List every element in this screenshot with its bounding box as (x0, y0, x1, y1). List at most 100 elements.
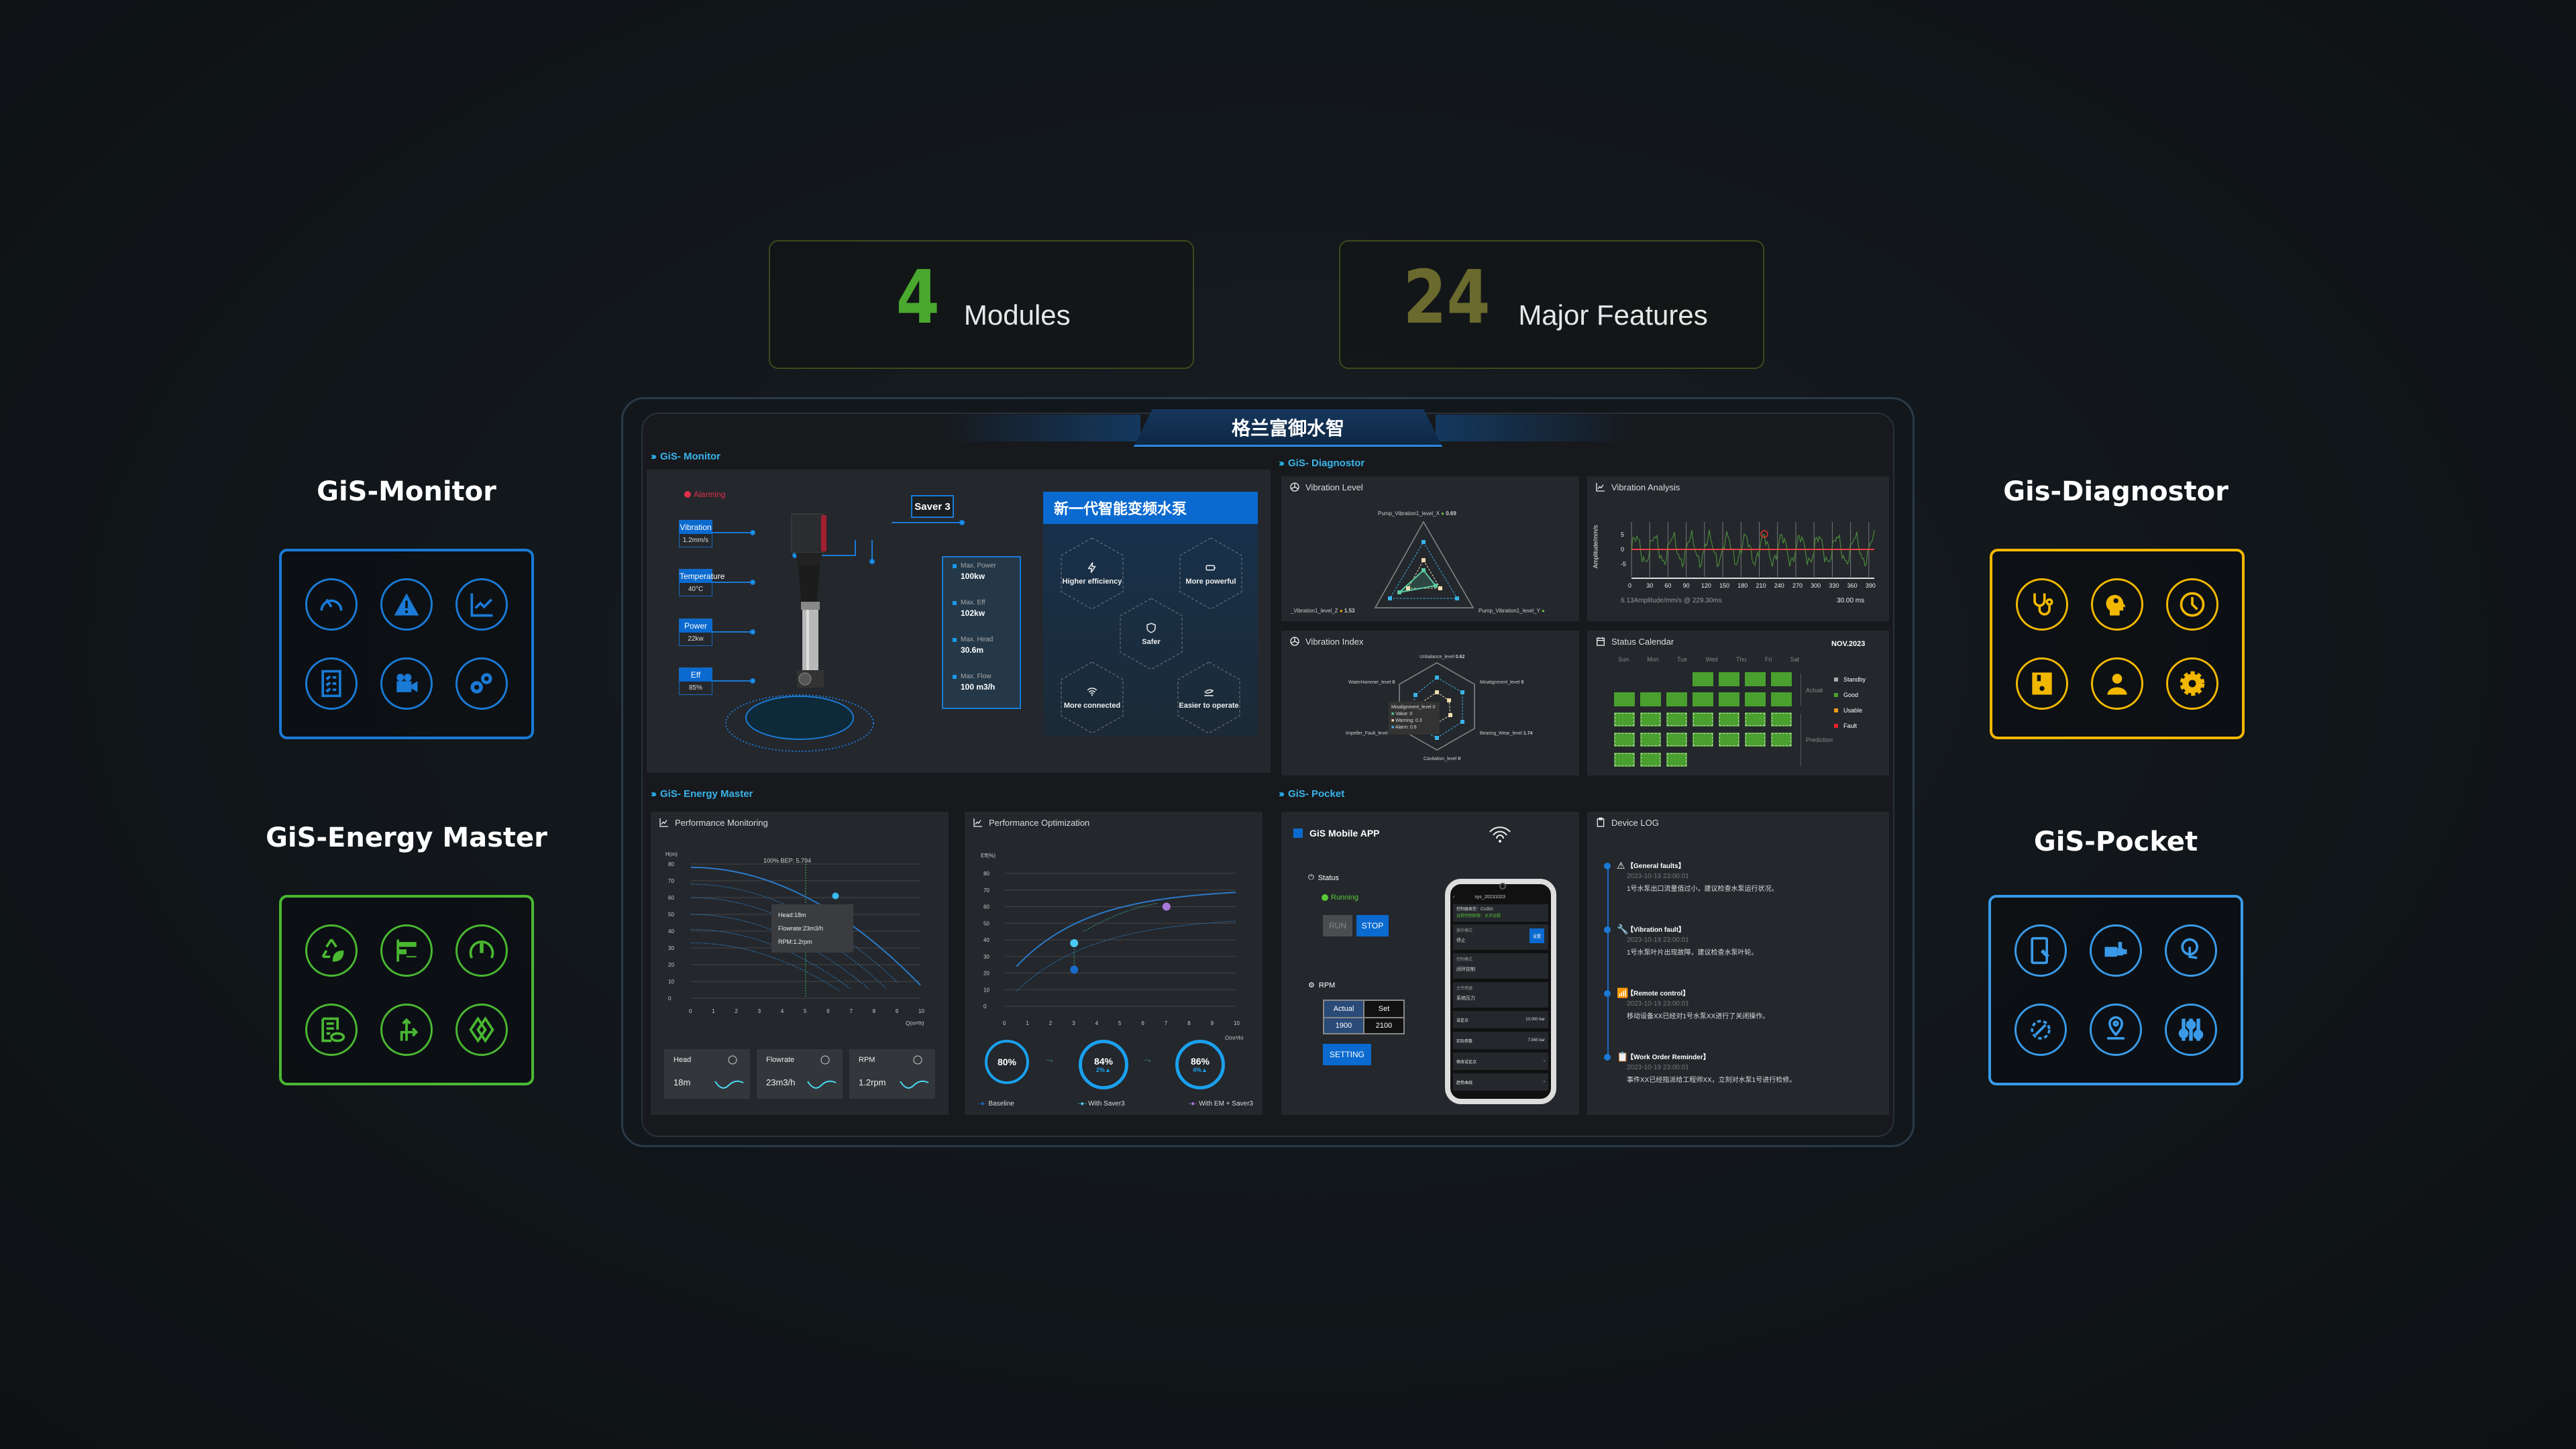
x-tick-label: 4 (1095, 1020, 1099, 1026)
support-agent-icon[interactable] (2091, 657, 2143, 710)
head-gears-icon[interactable] (2091, 578, 2143, 631)
phone-row[interactable]: 设定点 10.000 bar (1453, 1011, 1548, 1028)
x-tick-label: 0 (689, 1008, 692, 1014)
gauge-icon[interactable] (455, 924, 508, 977)
warning-icon[interactable] (380, 578, 433, 631)
setting-button[interactable]: SETTING (1323, 1044, 1371, 1065)
saver3-box[interactable]: Saver 3 (911, 495, 954, 518)
axis-label-cavitation: Cavitation_level 0 (1424, 757, 1461, 761)
calendar-day-actual[interactable] (1719, 672, 1739, 686)
module-box-pocket[interactable] (1988, 895, 2243, 1085)
y-tick-label: 60 (668, 895, 674, 901)
document-view-icon[interactable] (305, 1004, 358, 1056)
app-title: GiS Mobile APP (1293, 828, 1380, 839)
tooltip-row: ■ Warning: 0.3 (1391, 718, 1422, 724)
calendar-day-prediction[interactable] (1614, 753, 1635, 767)
route-arrows-icon[interactable] (380, 1004, 433, 1056)
x-tick-label: 7 (849, 1008, 853, 1014)
phone-row[interactable]: 修改设定点 › (1453, 1053, 1548, 1070)
clock-icon[interactable] (2166, 578, 2218, 631)
calendar-day-actual[interactable] (1693, 672, 1713, 686)
feature-label: Safer (1142, 638, 1161, 646)
calendar-day-actual[interactable] (1719, 692, 1739, 706)
phone-row[interactable]: 主传感器 系统压力 (1453, 982, 1548, 1008)
log-entry[interactable]: 【General faults】 2023-10-19 23:00:01 1号水泵出… (1627, 860, 1778, 893)
gear-icon[interactable] (2166, 657, 2218, 710)
calendar-day-prediction[interactable] (1614, 733, 1635, 747)
calendar-day-prediction[interactable] (1719, 712, 1739, 727)
calendar-day-actual[interactable] (1771, 672, 1792, 686)
x-tick-label: 9 (1211, 1020, 1214, 1026)
touch-icon[interactable] (2165, 924, 2217, 977)
dashboard-banner: 格兰富御水智 (1134, 409, 1442, 447)
calendar-day-actual[interactable] (1745, 672, 1766, 686)
phone-row[interactable]: 控制模式 闭环控制 (1453, 953, 1548, 979)
location-pin-icon[interactable] (2090, 1004, 2142, 1056)
banner-wing-left (939, 415, 1140, 441)
pump-icon[interactable] (2090, 924, 2142, 977)
video-camera-icon[interactable] (380, 657, 433, 710)
y-tick-label: 10 (668, 979, 674, 985)
rpm-header-set: Set (1363, 1000, 1405, 1018)
floppy-disk-icon[interactable] (2016, 657, 2068, 710)
calendar-day-prediction[interactable] (1640, 753, 1661, 767)
speedometer-icon[interactable] (305, 578, 358, 631)
panel-title-text: Device LOG (1611, 817, 1659, 828)
diamond-logo-icon[interactable] (455, 1004, 508, 1056)
calendar-day-prediction[interactable] (1640, 733, 1661, 747)
ring-value: 84% (1093, 1056, 1114, 1067)
log-entry[interactable]: 【Work Order Reminder】 2023-10-19 23:00:01… (1627, 1051, 1796, 1084)
rpm-set-value[interactable]: 2100 (1363, 1017, 1405, 1034)
stat-number: 4 (896, 254, 941, 340)
calendar-day-prediction[interactable] (1666, 712, 1687, 727)
y-tick-label: 80 (668, 861, 674, 867)
calendar-day-prediction[interactable] (1771, 712, 1792, 727)
stat-label: Modules (963, 299, 1071, 331)
spec-max-flow: Max. Flow 100 m3/h (953, 673, 1000, 692)
calendar-day-prediction[interactable] (1745, 733, 1766, 747)
calendar-day-prediction[interactable] (1666, 753, 1687, 767)
calendar-day-actual[interactable] (1614, 692, 1635, 706)
recycle-leaf-icon[interactable] (305, 924, 358, 977)
calendar-day-prediction[interactable] (1666, 733, 1687, 747)
calendar-day-prediction[interactable] (1640, 712, 1661, 727)
axis-label-waterhammer: WaterHammer_level 0 (1348, 680, 1395, 685)
calendar-day-actual[interactable] (1640, 692, 1661, 706)
phone-row[interactable]: 趋势曲线 › (1453, 1073, 1548, 1091)
stethoscope-icon[interactable] (2016, 578, 2068, 631)
log-entry[interactable]: 【Vibration fault】 2023-10-19 23:00:01 1号水泵… (1627, 924, 1758, 957)
calendar-day-actual[interactable] (1745, 692, 1766, 706)
feature-label: Higher efficiency (1062, 578, 1122, 586)
calendar-day-actual[interactable] (1693, 692, 1713, 706)
legend-item: -●- Baseline (978, 1100, 1014, 1108)
calendar-day-prediction[interactable] (1614, 712, 1635, 727)
module-box-energy[interactable] (279, 895, 534, 1085)
y-tick-label: 20 (983, 971, 989, 977)
trend-chart-icon[interactable] (455, 578, 508, 631)
phone-row[interactable]: 操作模式 停止 设置 (1453, 924, 1548, 950)
checklist-icon[interactable] (305, 657, 358, 710)
wrench-gear-icon[interactable] (2015, 1004, 2067, 1056)
calendar-day-prediction[interactable] (1693, 712, 1713, 727)
calendar-day-prediction[interactable] (1745, 712, 1766, 727)
run-button[interactable]: RUN (1323, 915, 1352, 936)
phone-row[interactable]: 实际参数 7.945 bar (1453, 1032, 1548, 1049)
feature-easier-to-operate: Easier to operate (1175, 661, 1242, 735)
module-box-diagnostor[interactable] (1990, 549, 2245, 739)
phone-set-button[interactable]: 设置 (1529, 928, 1544, 943)
gears-icon[interactable] (455, 657, 508, 710)
calendar-day-actual[interactable] (1771, 692, 1792, 706)
hand-icon (1204, 689, 1214, 696)
calendar-day-prediction[interactable] (1719, 733, 1739, 747)
tablet-touch-icon[interactable] (2015, 924, 2067, 977)
module-box-monitor[interactable] (279, 549, 534, 739)
calendar-day-actual[interactable] (1666, 692, 1687, 706)
bar-measure-icon[interactable] (380, 924, 433, 977)
stop-button[interactable]: STOP (1356, 915, 1389, 936)
back-icon[interactable]: ‹ (1453, 895, 1454, 900)
sliders-icon[interactable] (2165, 1004, 2217, 1056)
calendar-day-prediction[interactable] (1771, 733, 1792, 747)
y-tick-label: 0 (983, 1004, 987, 1010)
log-entry[interactable]: 【Remote control】 2023-10-19 23:00:01 移动设备X… (1627, 987, 1769, 1020)
calendar-day-prediction[interactable] (1693, 733, 1713, 747)
